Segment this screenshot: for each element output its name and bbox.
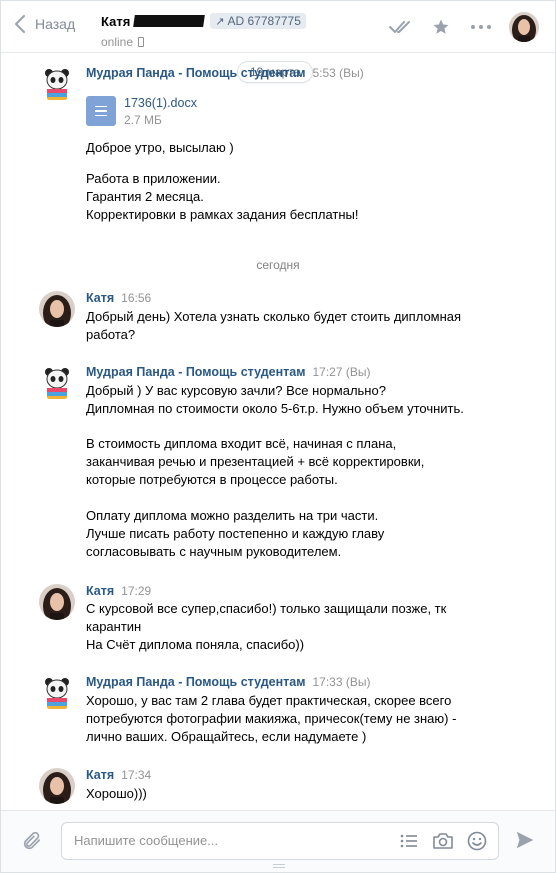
message-item: Катя 17:29 С курсовой все супер,спасибо!… (1, 584, 555, 664)
message-item: Мудрая Панда - Помощь студентам 5:53 (Вы… (1, 66, 555, 236)
document-icon (86, 96, 116, 126)
message-time[interactable]: 5:53 (Вы) (312, 66, 363, 80)
message-text: Хорошо))) (86, 786, 147, 801)
message-input[interactable] (74, 833, 374, 848)
chat-header: Назад Катя ↗ AD 67787775 online (1, 1, 555, 53)
message-text: С курсовой все супер,спасибо!) только за… (86, 601, 447, 652)
peer-avatar[interactable] (509, 12, 539, 42)
message-input-box[interactable] (61, 822, 499, 860)
message-text: Доброе утро, высылаю ) (86, 140, 234, 155)
message-time[interactable]: 16:56 (121, 291, 151, 305)
more-dots-icon (471, 25, 491, 29)
templates-button[interactable] (398, 830, 420, 852)
send-button[interactable] (514, 829, 536, 854)
double-check-icon (389, 21, 410, 33)
chat-window: Назад Катя ↗ AD 67787775 online 19 марта… (0, 0, 556, 873)
peer-info[interactable]: Катя ↗ AD 67787775 online (101, 12, 306, 49)
message-composer (1, 810, 555, 872)
mark-read-button[interactable] (381, 1, 421, 53)
message-text: Оплату диплома можно разделить на три ча… (86, 508, 385, 559)
external-link-icon: ↗ (215, 15, 225, 28)
phone-icon (138, 37, 145, 47)
message-time[interactable]: 17:34 (121, 768, 151, 782)
redaction-mark (133, 15, 206, 27)
author-avatar[interactable] (39, 768, 75, 804)
ad-label: AD 67787775 (227, 14, 301, 28)
emoji-button[interactable] (466, 830, 488, 852)
author-avatar[interactable] (39, 365, 75, 401)
message-author[interactable]: Мудрая Панда - Помощь студентам (86, 675, 305, 689)
panda-logo-icon (39, 365, 75, 401)
date-separator: сегодня (256, 258, 300, 272)
camera-button[interactable] (432, 830, 454, 852)
document-name[interactable]: 1736(1).docx (124, 96, 197, 110)
message-text: Хорошо, у вас там 2 глава будет практиче… (86, 693, 457, 744)
chevron-left-icon (15, 15, 25, 33)
author-avatar[interactable] (39, 66, 75, 102)
back-label: Назад (35, 16, 76, 32)
header-actions (381, 1, 555, 53)
smile-icon (467, 831, 487, 851)
message-item: Катя 17:34 Хорошо))) (1, 768, 555, 810)
message-text: Добрый ) У вас курсовую зачли? Все норма… (86, 383, 464, 416)
author-avatar[interactable] (39, 291, 75, 327)
status-text: online (101, 35, 134, 49)
message-author[interactable]: Катя (86, 291, 114, 305)
message-time[interactable]: 17:33 (Вы) (312, 675, 370, 689)
message-text: В стоимость диплома входит всё, начиная … (86, 436, 425, 487)
message-text: Работа в приложении. Гарантия 2 месяца. … (86, 171, 359, 222)
paperclip-icon (23, 831, 41, 850)
more-button[interactable] (461, 1, 501, 53)
message-time[interactable]: 17:29 (121, 584, 151, 598)
author-avatar[interactable] (39, 584, 75, 620)
attach-button[interactable] (21, 829, 43, 856)
panda-logo-icon (39, 675, 75, 711)
document-size: 2.7 МБ (124, 113, 162, 127)
author-avatar[interactable] (39, 675, 75, 711)
camera-icon (433, 833, 453, 849)
message-item: Катя 16:56 Добрый день) Хотела узнать ск… (1, 291, 555, 351)
message-time[interactable]: 17:27 (Вы) (312, 365, 370, 379)
ad-badge[interactable]: ↗ AD 67787775 (210, 13, 306, 29)
send-icon (516, 831, 534, 849)
back-button[interactable]: Назад (15, 15, 75, 33)
peer-status: online (101, 35, 306, 49)
favorite-button[interactable] (421, 1, 461, 53)
message-item: Мудрая Панда - Помощь студентам 17:33 (В… (1, 675, 555, 755)
message-author[interactable]: Катя (86, 584, 114, 598)
peer-name[interactable]: Катя (101, 14, 130, 29)
message-item: Мудрая Панда - Помощь студентам 17:27 (В… (1, 365, 555, 565)
resize-grip[interactable] (273, 864, 285, 870)
list-icon (400, 834, 417, 848)
message-history[interactable]: 19 марта Мудрая Панда - Помощь студентам… (1, 54, 555, 810)
message-author[interactable]: Катя (86, 768, 114, 782)
message-author[interactable]: Мудрая Панда - Помощь студентам (86, 365, 305, 379)
document-attachment[interactable]: 1736(1).docx 2.7 МБ (86, 96, 197, 127)
message-text: Добрый день) Хотела узнать сколько будет… (86, 309, 462, 342)
star-icon (433, 19, 449, 34)
panda-logo-icon (39, 66, 75, 102)
message-author[interactable]: Мудрая Панда - Помощь студентам (86, 66, 305, 80)
